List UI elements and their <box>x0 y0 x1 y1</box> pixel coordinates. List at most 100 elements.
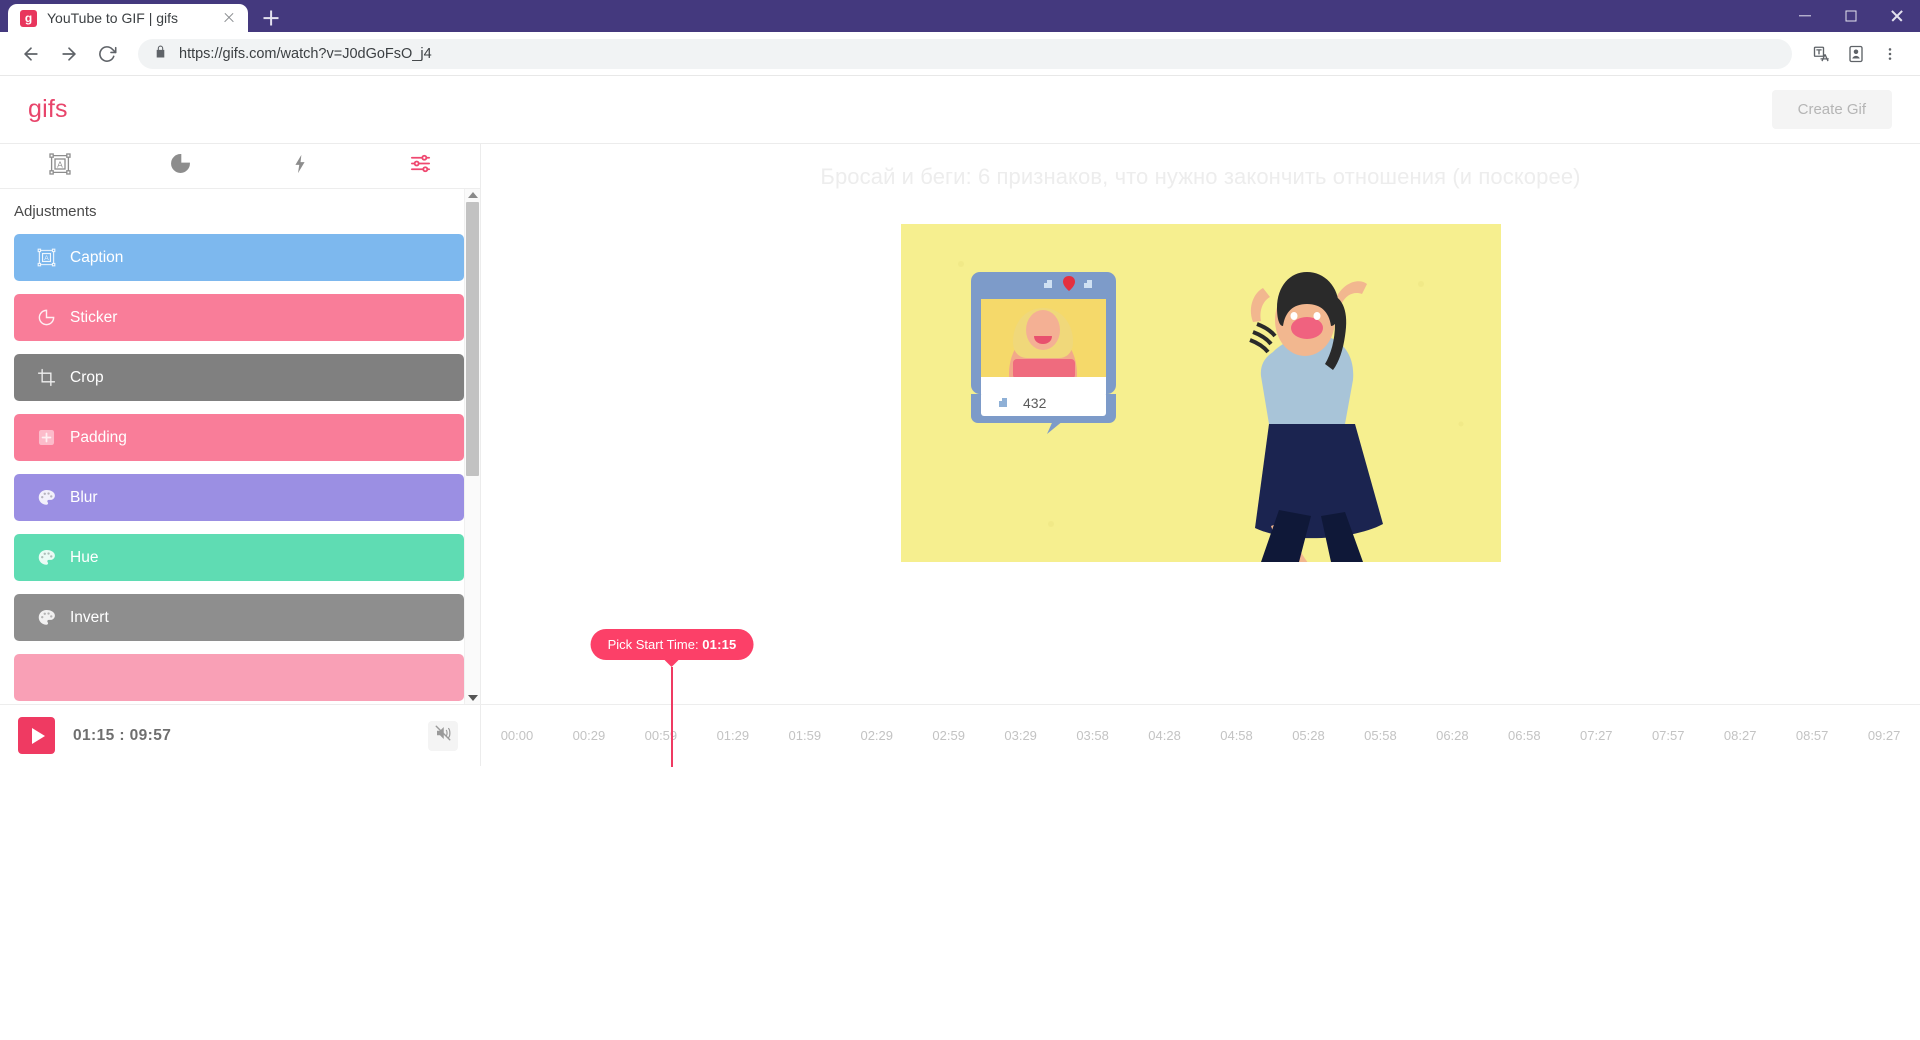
adjustment-item-label: Caption <box>70 248 124 266</box>
pick-start-time-tooltip[interactable]: Pick Start Time: 01:15 <box>590 629 754 660</box>
more-menu-icon[interactable] <box>1874 38 1906 70</box>
timeline-tick: 00:59 <box>644 728 678 743</box>
new-tab-button[interactable] <box>254 4 288 32</box>
minimize-icon[interactable] <box>1782 0 1828 32</box>
app-header: gifs Create Gif <box>0 76 1920 143</box>
timeline-tick: 01:59 <box>788 728 822 743</box>
window-controls <box>1782 0 1920 32</box>
video-preview-area: Бросай и беги: 6 признаков, что нужно за… <box>481 143 1920 704</box>
post-like-count: 432 <box>1023 395 1047 411</box>
scroll-down-arrow-icon[interactable] <box>467 695 478 701</box>
caption-icon: A <box>48 152 72 181</box>
scroll-up-arrow-icon[interactable] <box>467 192 478 198</box>
back-icon[interactable] <box>14 37 48 71</box>
browser-navbar: https://gifs.com/watch?v=J0dGoFsO_j4 <box>0 32 1920 76</box>
timeline-tick: 00:00 <box>500 728 534 743</box>
adjustment-item-blur[interactable]: Blur <box>14 474 464 521</box>
sidebar-tab-bar: A <box>0 144 480 189</box>
svg-text:A: A <box>57 159 63 169</box>
timeline-bar: 01:15 : 09:57 00:00 00:29 00:59 01:29 01:59 0… <box>0 629 1920 767</box>
lock-icon <box>154 45 167 63</box>
timeline-tick: 00:29 <box>572 728 606 743</box>
timeline-tick: 02:59 <box>932 728 965 743</box>
adjustment-item-partial[interactable] <box>14 654 464 701</box>
timeline-tick: 03:29 <box>1004 728 1037 743</box>
play-icon <box>31 727 45 744</box>
page-footer-blank <box>0 766 1920 1040</box>
caption-tab[interactable]: A <box>0 144 120 189</box>
adjustments-panel: Adjustments A Caption Sticker Crop Padding Bl… <box>0 189 480 704</box>
adjustment-item-label: Crop <box>70 368 104 386</box>
timeline-tick: 07:27 <box>1580 728 1613 743</box>
timeline-ruler-area[interactable]: 00:00 00:29 00:59 01:29 01:59 02:29 02:59 03:29… <box>481 629 1920 767</box>
pick-start-time-label: Pick Start Time: <box>607 637 699 652</box>
translate-icon[interactable] <box>1806 38 1838 70</box>
window-close-icon[interactable] <box>1874 0 1920 32</box>
scrollbar-thumb[interactable] <box>466 202 479 476</box>
timeline-tick: 04:28 <box>1148 728 1181 743</box>
sliders-icon <box>409 152 432 180</box>
adjustment-item-label: Blur <box>70 488 98 506</box>
adjustment-item-sticker[interactable]: Sticker <box>14 294 464 341</box>
effects-tab[interactable] <box>240 144 360 189</box>
sticker-icon <box>36 308 56 328</box>
tab-strip: g YouTube to GIF | gifs <box>0 0 288 32</box>
browser-toolbar-icons <box>1806 38 1906 70</box>
timeline-tick: 08:57 <box>1795 728 1829 743</box>
timeline-tick: 09:27 <box>1867 728 1901 743</box>
restore-icon[interactable] <box>1828 0 1874 32</box>
playback-controls: 01:15 : 09:57 <box>0 705 481 766</box>
tab-title: YouTube to GIF | gifs <box>47 10 179 26</box>
adjustment-item-padding[interactable]: Padding <box>14 414 464 461</box>
palette-icon <box>36 548 56 568</box>
create-gif-button[interactable]: Create Gif <box>1771 90 1892 129</box>
timeline-tick: 05:28 <box>1292 728 1325 743</box>
browser-titlebar: g YouTube to GIF | gifs <box>0 0 1920 32</box>
timeline-tick: 06:28 <box>1436 728 1469 743</box>
crop-icon <box>36 368 56 388</box>
gifs-favicon: g <box>20 9 37 27</box>
volume-muted-icon <box>434 724 452 747</box>
workspace: A Adjustments A Caption Sticker Crop Pad… <box>0 143 1920 704</box>
timeline-tick: 06:58 <box>1508 728 1541 743</box>
adjustment-item-label: Padding <box>70 428 127 446</box>
scrollbar-track[interactable] <box>466 202 479 691</box>
gifs-logo[interactable]: gifs <box>28 95 68 124</box>
play-button[interactable] <box>18 717 55 754</box>
sticker-tab[interactable] <box>120 144 240 189</box>
adjustments-tab[interactable] <box>360 144 480 189</box>
palette-icon <box>36 608 56 628</box>
palette-icon <box>36 488 56 508</box>
close-icon[interactable] <box>220 9 238 27</box>
sidebar-scrollbar[interactable] <box>464 189 480 704</box>
browser-tab[interactable]: g YouTube to GIF | gifs <box>8 4 248 32</box>
padding-icon <box>36 428 56 448</box>
adjustment-item-label: Sticker <box>70 308 118 326</box>
timeline-tick: 03:58 <box>1076 728 1109 743</box>
adjustment-item-label: Invert <box>70 608 109 626</box>
timeline-ruler[interactable]: 00:00 00:29 00:59 01:29 01:59 02:29 02:59 03:29… <box>481 705 1920 766</box>
pick-start-time-value: 01:15 <box>702 637 737 652</box>
adjustment-item-invert[interactable]: Invert <box>14 594 464 641</box>
profile-icon[interactable] <box>1840 38 1872 70</box>
svg-text:A: A <box>44 255 49 262</box>
address-bar[interactable]: https://gifs.com/watch?v=J0dGoFsO_j4 <box>138 38 1792 69</box>
adjustments-heading: Adjustments <box>14 203 97 220</box>
adjustment-item-crop[interactable]: Crop <box>14 354 464 401</box>
adjustments-list: Adjustments A Caption Sticker Crop Padding Bl… <box>0 189 464 704</box>
timeline-tick: 07:57 <box>1651 728 1685 743</box>
mute-button[interactable] <box>428 720 458 751</box>
url-text: https://gifs.com/watch?v=J0dGoFsO_j4 <box>179 45 432 62</box>
timeline-tick: 02:29 <box>860 728 894 743</box>
timeline-tick: 01:29 <box>716 728 750 743</box>
sticker-icon <box>169 152 192 180</box>
adjustment-item-caption[interactable]: A Caption <box>14 234 464 281</box>
editor-sidebar: A Adjustments A Caption Sticker Crop Pad… <box>0 143 481 704</box>
lightning-icon <box>289 153 311 180</box>
adjustment-item-hue[interactable]: Hue <box>14 534 464 581</box>
video-frame[interactable]: 432 <box>900 224 1501 562</box>
timeline-playhead[interactable]: Pick Start Time: 01:15 <box>590 629 754 767</box>
reload-icon[interactable] <box>90 37 124 71</box>
time-readout: 01:15 : 09:57 <box>73 726 172 744</box>
forward-icon[interactable] <box>52 37 86 71</box>
